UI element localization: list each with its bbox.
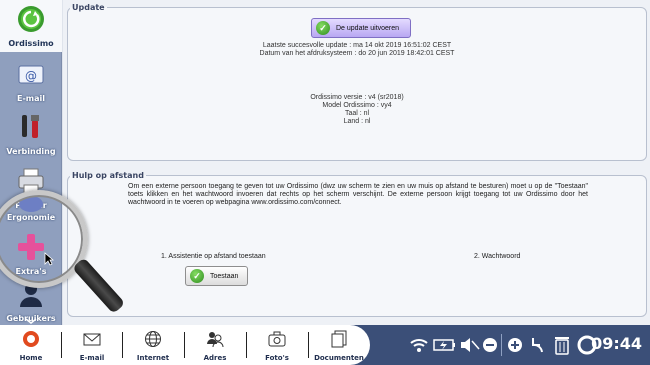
checkmark-icon: ✓ — [190, 269, 204, 283]
taskbar-label: Documenten — [314, 354, 364, 362]
separator — [122, 332, 123, 358]
step-password-label: 2. Wachtwoord — [474, 253, 521, 260]
zoom-out-icon[interactable] — [482, 337, 498, 353]
taskbar-label: Adres — [203, 354, 227, 362]
mouse-cursor-icon — [44, 252, 54, 266]
undo-icon[interactable] — [530, 336, 544, 354]
home-icon — [23, 331, 39, 347]
print-system-date-text: Datum van het afdruksysteem : do 20 jun … — [259, 50, 455, 57]
run-update-button-label: De update uitvoeren — [336, 24, 400, 32]
taskbar-label: Home — [19, 354, 43, 362]
language-text: Taal : nl — [344, 110, 370, 117]
step-allow-remote-label: 1. Assistentie op afstand toestaan — [161, 253, 266, 260]
clock: 09:44 — [591, 334, 642, 353]
email-icon: @ — [18, 65, 44, 84]
country-text: Land : nl — [343, 118, 371, 125]
separator — [61, 332, 62, 358]
separator — [246, 332, 247, 358]
remote-help-legend: Hulp op afstand — [72, 171, 144, 180]
sidebar-item-label: Ordissimo — [8, 39, 54, 48]
svg-text:@: @ — [25, 69, 37, 83]
camera-icon — [268, 331, 286, 347]
envelope-icon — [83, 333, 101, 346]
allow-button-label: Toestaan — [210, 272, 239, 280]
contacts-icon — [207, 332, 224, 348]
model-text: Model Ordissimo : vy4 — [322, 102, 392, 109]
taskbar-documenten[interactable]: Documenten — [310, 325, 368, 365]
update-legend: Update — [72, 3, 105, 12]
checkmark-icon: ✓ — [316, 21, 330, 35]
separator — [184, 332, 185, 358]
sidebar-item-verbinding[interactable]: Verbinding — [0, 108, 62, 160]
trash-icon[interactable] — [554, 335, 570, 355]
sidebar-item-ordissimo[interactable]: Ordissimo — [0, 0, 62, 52]
taskbar-adres[interactable]: Adres — [186, 325, 244, 365]
taskbar-label: Internet — [136, 354, 170, 362]
taskbar-fotos[interactable]: Foto's — [248, 325, 306, 365]
taskbar-label: Foto's — [265, 354, 289, 362]
taskbar-label: E-mail — [79, 354, 105, 362]
version-text: Ordissimo versie : v4 (sr2018) — [310, 94, 404, 101]
sidebar-item-label: Verbinding — [6, 147, 56, 156]
main-panel: Update ✓ De update uitvoeren Laatste suc… — [63, 0, 650, 325]
separator — [308, 332, 309, 358]
taskbar-email[interactable]: E-mail — [63, 325, 121, 365]
update-section: Update ✓ De update uitvoeren Laatste suc… — [67, 3, 647, 161]
remote-help-description: Om een externe persoon toegang te geven … — [128, 183, 588, 206]
documents-icon — [331, 330, 347, 348]
taskbar-apps: Home E-mail Internet Adres Foto's Docume… — [0, 325, 370, 365]
run-update-button[interactable]: ✓ De update uitvoeren — [311, 18, 411, 38]
ordissimo-logo-icon — [18, 6, 44, 32]
taskbar-home[interactable]: Home — [2, 325, 60, 365]
separator — [501, 334, 502, 356]
taskbar: Home E-mail Internet Adres Foto's Docume… — [0, 325, 650, 365]
battery-icon[interactable] — [433, 337, 457, 353]
last-update-text: Laatste succesvolle update : ma 14 okt 2… — [262, 42, 452, 49]
taskbar-internet[interactable]: Internet — [124, 325, 182, 365]
remote-help-section: Hulp op afstand Om een externe persoon t… — [67, 171, 647, 317]
sidebar-item-label: E-mail — [16, 94, 45, 103]
sidebar-item-email[interactable]: @ E-mail — [0, 55, 62, 107]
connection-tools-icon — [22, 115, 39, 138]
wifi-icon[interactable] — [410, 337, 428, 353]
zoom-in-icon[interactable] — [507, 337, 523, 353]
globe-icon — [145, 331, 161, 347]
scroll-down-icon[interactable] — [25, 318, 37, 324]
volume-icon[interactable] — [460, 337, 480, 353]
allow-button[interactable]: ✓ Toestaan — [185, 266, 248, 286]
